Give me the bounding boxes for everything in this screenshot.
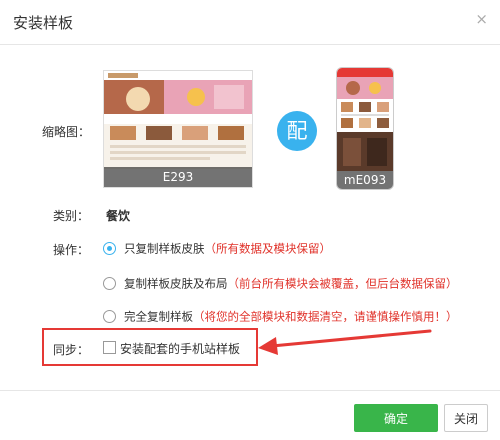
- confirm-button[interactable]: 确定: [354, 404, 438, 432]
- install-template-dialog: 安装样板 × 缩略图： E293 配 mE093 类别： 餐饮 操作： 只复制样…: [0, 0, 500, 440]
- close-button[interactable]: 关闭: [444, 404, 488, 432]
- annotation-arrow-icon: [258, 329, 432, 355]
